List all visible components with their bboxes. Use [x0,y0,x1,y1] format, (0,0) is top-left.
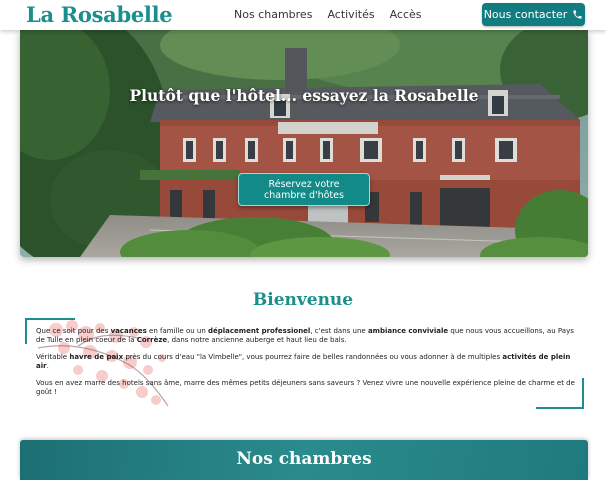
reserve-button-line2: chambre d'hôtes [264,189,344,201]
body-text: Que ce soit pour des [36,327,111,335]
nav-link-chambres[interactable]: Nos chambres [234,8,312,21]
body-text: , dans notre ancienne auberge et haut li… [167,336,347,344]
welcome-paragraph-1: Que ce soit pour des vacances en famille… [36,327,576,345]
welcome-text: Que ce soit pour des vacances en famille… [36,327,576,405]
reserve-button-line1: Réservez votre [268,178,340,190]
site-logo[interactable]: La Rosabelle [26,2,173,27]
hero-title: Plutôt que l'hôtel... essayez la Rosabel… [129,86,479,105]
body-text: près du cours d'eau "la Vimbelle", vous … [123,353,503,361]
site-header: La Rosabelle Nos chambres Activités Accè… [0,0,606,30]
emphasis-text: vacances [110,327,147,335]
rooms-title: Nos chambres [236,449,372,469]
nav-link-acces[interactable]: Accès [390,8,422,21]
main-nav: Nos chambres Activités Accès [234,8,422,21]
emphasis-text: Corrèze [136,336,168,344]
emphasis-text: déplacement professionel [208,327,311,335]
phone-icon [573,10,582,19]
hero-banner: Plutôt que l'hôtel... essayez la Rosabel… [20,30,588,257]
contact-button[interactable]: Nous contacter [482,3,585,26]
welcome-title: Bienvenue [252,290,354,310]
body-text: Vous en avez marre des hotels sans âme, … [36,379,575,396]
nav-link-activites[interactable]: Activités [327,8,374,21]
welcome-paragraph-3: Vous en avez marre des hotels sans âme, … [36,379,576,397]
emphasis-text: havre de paix [69,353,124,361]
body-text: Véritable [36,353,70,361]
hero-photo [20,30,588,257]
welcome-paragraph-2: Véritable havre de paix près du cours d'… [36,353,576,371]
contact-button-label: Nous contacter [483,8,568,21]
body-text: . [46,362,49,370]
body-text: en famille ou un [146,327,208,335]
frame-corner-bottom-right [536,378,584,409]
rooms-section: Nos chambres [20,440,588,480]
emphasis-text: ambiance conviviale [367,327,449,335]
body-text: , c'est dans une [310,327,368,335]
reserve-button[interactable]: Réservez votre chambre d'hôtes [238,173,370,206]
